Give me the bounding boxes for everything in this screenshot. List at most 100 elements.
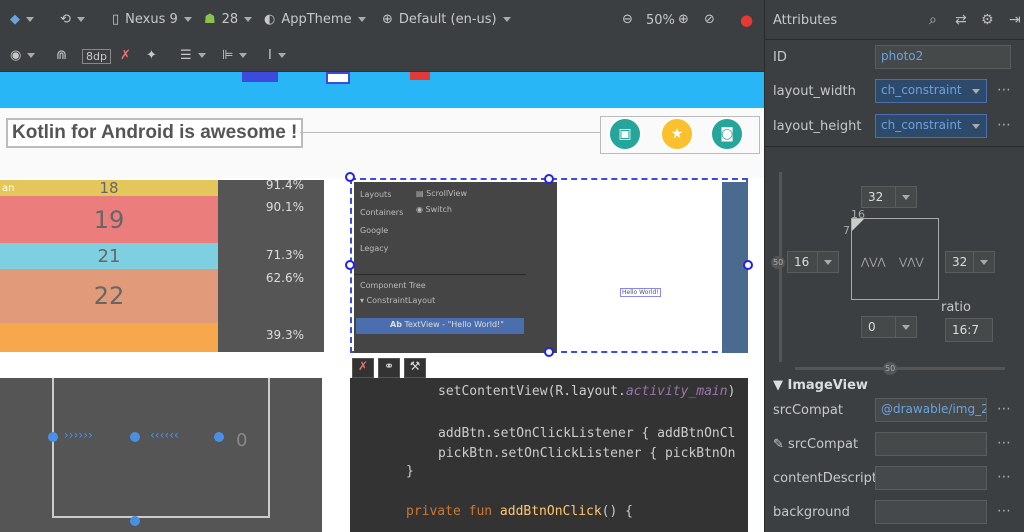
pct-label-3: 71.3% [265, 248, 304, 262]
app-bar-button-2[interactable] [326, 72, 350, 84]
default-margin-button[interactable]: 8dp [82, 49, 111, 64]
expand-icon: ▾ [360, 296, 365, 305]
hide-icon[interactable]: ⇥ [1009, 12, 1021, 28]
ratio-label: ratio [941, 300, 971, 315]
bar-row-2[interactable]: 19 [0, 196, 218, 243]
anchor-right[interactable] [743, 260, 753, 270]
orientation-button[interactable]: ⟲ [60, 12, 85, 27]
horizontal-bias-value: 50 [883, 362, 898, 375]
layers-button[interactable]: ◆ [10, 12, 34, 27]
srccompat-tools-label: ✎ srcCompat [773, 437, 859, 452]
bar-row-5[interactable] [0, 323, 218, 352]
phone-icon: ▯ [112, 12, 120, 27]
android-icon: ☗ [204, 12, 216, 27]
scrollview-icon: ▤ [416, 189, 424, 198]
layout-width-label: layout_width [773, 84, 856, 99]
baseline-button[interactable]: ⚭ [378, 358, 400, 378]
zoom-level: 50% [646, 13, 675, 28]
align-icon: ⊫ [222, 48, 234, 63]
top-margin-dropdown[interactable]: 32 [861, 186, 917, 208]
api-dropdown[interactable]: ☗ 28 [204, 12, 253, 27]
bias-16-label: 16 [851, 208, 865, 221]
collapse-icon: ▼ [773, 378, 783, 393]
horizontal-spring-right: ⋁⋀⋁ [899, 257, 924, 268]
attributes-header: Attributes [773, 13, 838, 28]
bar-row-3[interactable]: 21 [0, 243, 218, 269]
infer-constraints-button[interactable]: ✦ [146, 48, 157, 63]
content-description-field[interactable] [875, 466, 987, 490]
anchor-top[interactable] [544, 174, 554, 184]
wrench-button[interactable]: ⚒ [404, 358, 426, 378]
zoom-in-button[interactable]: ⊕ [678, 12, 689, 27]
constraint-toolbar: ◉ ⋒ 8dp ✗ ✦ ☰ ⊫ I [0, 42, 764, 72]
pct-label-1: 91.4% [265, 178, 304, 192]
magnet-icon: ⋒ [56, 48, 67, 63]
imageview-section-header[interactable]: ▼ ImageView [773, 378, 868, 393]
theme-dropdown[interactable]: ◐ AppTheme [264, 12, 366, 27]
ratio-field[interactable]: 16:7 [945, 318, 993, 342]
code-editor[interactable]: setContentView(R.layout.activity_main) a… [350, 378, 748, 532]
anchor-bottom[interactable] [544, 347, 554, 357]
swap-icon[interactable]: ⇄ [955, 12, 967, 28]
selection-toolbar: ✗ ⚭ ⚒ [352, 358, 426, 378]
design-canvas[interactable]: Kotlin for Android is awesome ! ▣ ★ ◙ an… [0, 72, 764, 532]
content-description-more-button[interactable]: ⋯ [997, 469, 1011, 485]
locale-dropdown[interactable]: ⊕ Default (en-us) [382, 12, 511, 27]
id-label: ID [773, 50, 787, 65]
pct-label-5: 39.3% [265, 328, 304, 342]
device-dropdown[interactable]: ▯ Nexus 9 [112, 12, 192, 27]
layout-height-dropdown[interactable]: ch_constraint [875, 114, 987, 138]
bottom-margin-dropdown[interactable]: 0 [861, 316, 917, 338]
background-field[interactable] [875, 500, 987, 524]
zoom-out-icon: ⊖ [622, 12, 633, 27]
srccompat-tools-field[interactable] [875, 432, 987, 456]
constraint-widget-preview: ›››››› ‹‹‹‹‹‹ 0 [0, 378, 322, 532]
search-icon[interactable]: ⌕ [929, 12, 937, 28]
clear-constraints-button[interactable]: ✗ [120, 48, 131, 63]
switch-icon: ◉ [416, 205, 423, 214]
background-more-button[interactable]: ⋯ [997, 503, 1011, 519]
view-options-button[interactable]: ◉ [10, 48, 36, 63]
fab-group-outline [600, 116, 760, 154]
zoom-out-button[interactable]: ⊖ [622, 12, 633, 27]
constraint-line [300, 132, 600, 133]
link-icon: ⚭ [383, 359, 395, 373]
bar-row-1[interactable]: an 18 [0, 179, 218, 197]
vertical-bias-value: 50 [771, 256, 786, 269]
brush-icon: ✎ [773, 437, 784, 452]
anchor-left[interactable] [345, 260, 355, 270]
autoconnect-button[interactable]: ⋒ [56, 48, 67, 63]
gear-icon[interactable]: ⚙ [981, 12, 994, 28]
horizontal-bias-slider[interactable] [795, 367, 1005, 370]
layout-width-dropdown[interactable]: ch_constraint [875, 79, 987, 103]
eye-icon: ◉ [10, 48, 22, 63]
id-field[interactable]: photo2 [875, 45, 1011, 69]
palette-preview: Layouts Containers Google Legacy ▤ Scrol… [354, 182, 557, 353]
content-description-label: contentDescripti [773, 471, 881, 486]
hello-world-preview: Hello World! [620, 288, 661, 297]
horizontal-spring-left: ⋀⋁⋀ [861, 257, 886, 268]
delete-constraints-button[interactable]: ✗ [352, 358, 374, 378]
srccompat-tools-more-button[interactable]: ⋯ [997, 435, 1011, 451]
theme-icon: ◐ [264, 12, 276, 27]
selected-image-view[interactable]: Layouts Containers Google Legacy ▤ Scrol… [350, 178, 748, 353]
bar-row-4[interactable]: 22 [0, 269, 218, 323]
app-bar-button-3[interactable] [410, 72, 430, 80]
title-textview[interactable]: Kotlin for Android is awesome ! [6, 118, 304, 148]
layout-height-more-button[interactable]: ⋯ [997, 117, 1011, 133]
pack-button[interactable]: ☰ [180, 48, 206, 63]
design-toolbar: ◆ ⟲ ▯ Nexus 9 ☗ 28 ◐ AppTheme ⊕ Default … [0, 0, 764, 42]
resize-handle-tl[interactable] [345, 172, 355, 182]
app-bar-button-1[interactable] [242, 72, 278, 82]
left-margin-dropdown[interactable]: 16 [787, 251, 839, 273]
align-button[interactable]: ⊫ [222, 48, 248, 63]
srccompat-more-button[interactable]: ⋯ [997, 401, 1011, 417]
zoom-fit-button[interactable]: ⊘ [704, 12, 715, 27]
layout-width-more-button[interactable]: ⋯ [997, 82, 1011, 98]
attributes-panel: Attributes ⌕ ⇄ ⚙ ⇥ ID photo2 layout_widt… [764, 0, 1024, 532]
guidelines-button[interactable]: I [268, 48, 286, 63]
srccompat-field[interactable]: @drawable/img_2 [875, 398, 987, 422]
error-button[interactable]: ● [740, 11, 753, 29]
right-margin-dropdown[interactable]: 32 [945, 251, 995, 273]
error-icon: ● [740, 11, 754, 29]
